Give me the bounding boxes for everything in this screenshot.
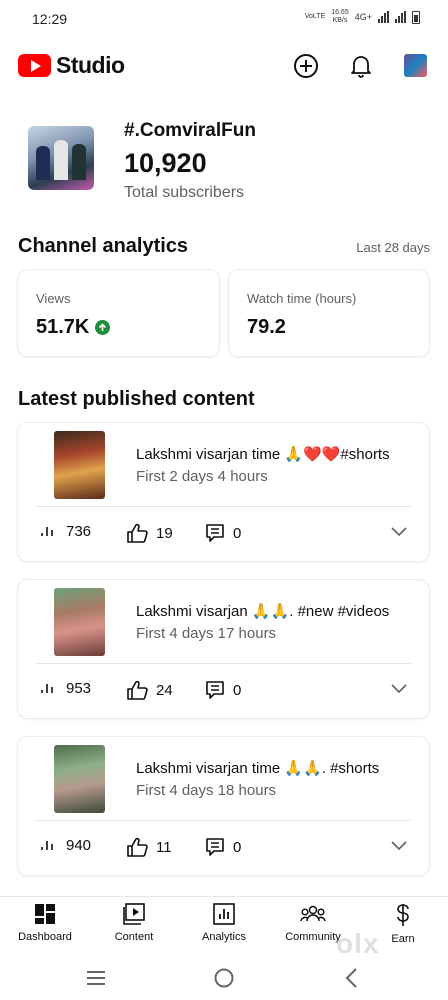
divider [36, 820, 411, 821]
views-count: 953 [66, 680, 92, 697]
comments-metric: 0 [205, 523, 241, 543]
app-bar: Studio [0, 44, 448, 88]
latest-content-title: Latest published content [18, 388, 255, 410]
nav-label: Analytics [201, 931, 247, 943]
community-icon [300, 905, 326, 922]
logo-text: Studio [56, 52, 125, 78]
status-icons: VoLTE 16.65 KB/s 4G+ [305, 9, 420, 25]
comments-metric: 0 [205, 837, 241, 857]
nav-dashboard[interactable]: Dashboard [0, 903, 90, 943]
watch-time-card[interactable]: Watch time (hours) 79.2 [229, 270, 429, 356]
create-button[interactable] [292, 52, 320, 80]
analytics-icon [213, 903, 235, 925]
network-type: 4G+ [354, 12, 372, 22]
likes-count: 24 [156, 681, 173, 699]
signal-icon [378, 11, 389, 23]
thumbs-up-icon [127, 680, 148, 700]
chevron-down-icon[interactable] [391, 684, 407, 694]
divider [36, 663, 411, 664]
comments-count: 0 [233, 524, 242, 542]
watch-time-value-row: 79.2 [247, 316, 286, 339]
comment-icon [206, 681, 224, 699]
chevron-down-icon[interactable] [391, 841, 407, 851]
likes-metric: 19 [126, 523, 173, 543]
views-metric: 940 [40, 837, 91, 854]
likes-metric: 11 [126, 837, 172, 857]
content-card[interactable]: Lakshmi visarjan time 🙏🙏. #shorts First … [18, 737, 429, 875]
account-avatar[interactable] [404, 54, 427, 77]
comment-icon [206, 838, 224, 856]
views-metric: 953 [40, 680, 91, 697]
comments-count: 0 [233, 681, 242, 699]
likes-count: 19 [156, 524, 173, 542]
watch-time-label: Watch time (hours) [247, 291, 357, 306]
chevron-down-icon[interactable] [391, 527, 407, 537]
views-count: 736 [66, 523, 92, 540]
volte-indicator: VoLTE [304, 13, 326, 20]
signal-icon-2 [395, 11, 406, 23]
thumbs-up-icon [127, 523, 148, 543]
views-count: 940 [66, 837, 92, 854]
nav-label: Content [114, 931, 154, 943]
nav-label: Dashboard [18, 931, 72, 943]
analytics-period: Last 28 days [356, 240, 430, 255]
content-icon [123, 903, 145, 925]
views-value-row: 51.7K [36, 316, 111, 339]
video-period: First 4 days 17 hours [136, 625, 277, 642]
likes-count: 11 [156, 838, 172, 856]
bell-icon [351, 56, 371, 78]
thumbs-up-icon [127, 837, 148, 857]
video-thumbnail[interactable] [54, 588, 105, 656]
dashboard-icon [35, 904, 55, 924]
content-card[interactable]: Lakshmi visarjan time 🙏❤️❤️#shorts First… [18, 423, 429, 561]
status-time: 12:29 [32, 11, 68, 27]
channel-analytics-title: Channel analytics [18, 235, 189, 257]
watch-time-value: 79.2 [247, 316, 286, 338]
video-period: First 4 days 18 hours [136, 782, 277, 799]
subscriber-count: 10,920 [124, 148, 207, 178]
earn-icon [397, 904, 409, 926]
youtube-logo-icon [18, 54, 51, 77]
channel-avatar[interactable] [28, 126, 94, 190]
video-thumbnail[interactable] [54, 745, 105, 813]
comment-icon [206, 524, 224, 542]
bar-chart-icon [41, 840, 53, 850]
studio-logo[interactable]: Studio [18, 52, 125, 79]
content-card[interactable]: Lakshmi visarjan 🙏🙏. #new #videos First … [18, 580, 429, 718]
add-circle-icon [294, 54, 318, 78]
network-speed: 16.65 KB/s [331, 9, 349, 24]
home-icon[interactable] [212, 967, 236, 989]
video-period: First 2 days 4 hours [136, 468, 268, 485]
status-bar: 12:29 VoLTE 16.65 KB/s 4G+ [0, 0, 448, 36]
views-card[interactable]: Views 51.7K [18, 270, 219, 356]
video-title[interactable]: Lakshmi visarjan time 🙏❤️❤️#shorts [136, 445, 414, 463]
divider [36, 506, 411, 507]
bar-chart-icon [41, 526, 53, 536]
battery-icon [412, 10, 420, 24]
notifications-button[interactable] [347, 52, 375, 80]
recents-icon[interactable] [84, 967, 108, 989]
comments-count: 0 [233, 838, 242, 856]
trend-up-icon [95, 320, 111, 335]
views-value: 51.7K [36, 316, 90, 338]
nav-analytics[interactable]: Analytics [179, 903, 269, 943]
bar-chart-icon [41, 683, 53, 693]
nav-label: Community [285, 931, 341, 943]
video-thumbnail[interactable] [54, 431, 105, 499]
views-label: Views [36, 291, 71, 306]
channel-name: #.ComviralFun [124, 120, 256, 141]
nav-content[interactable]: Content [89, 903, 179, 943]
likes-metric: 24 [126, 680, 173, 700]
back-icon[interactable] [340, 967, 364, 989]
comments-metric: 0 [205, 680, 241, 700]
video-title[interactable]: Lakshmi visarjan time 🙏🙏. #shorts [136, 759, 414, 777]
video-title[interactable]: Lakshmi visarjan 🙏🙏. #new #videos [136, 602, 414, 620]
subscriber-label: Total subscribers [124, 184, 245, 201]
system-nav [0, 956, 448, 1000]
views-metric: 736 [40, 523, 91, 540]
